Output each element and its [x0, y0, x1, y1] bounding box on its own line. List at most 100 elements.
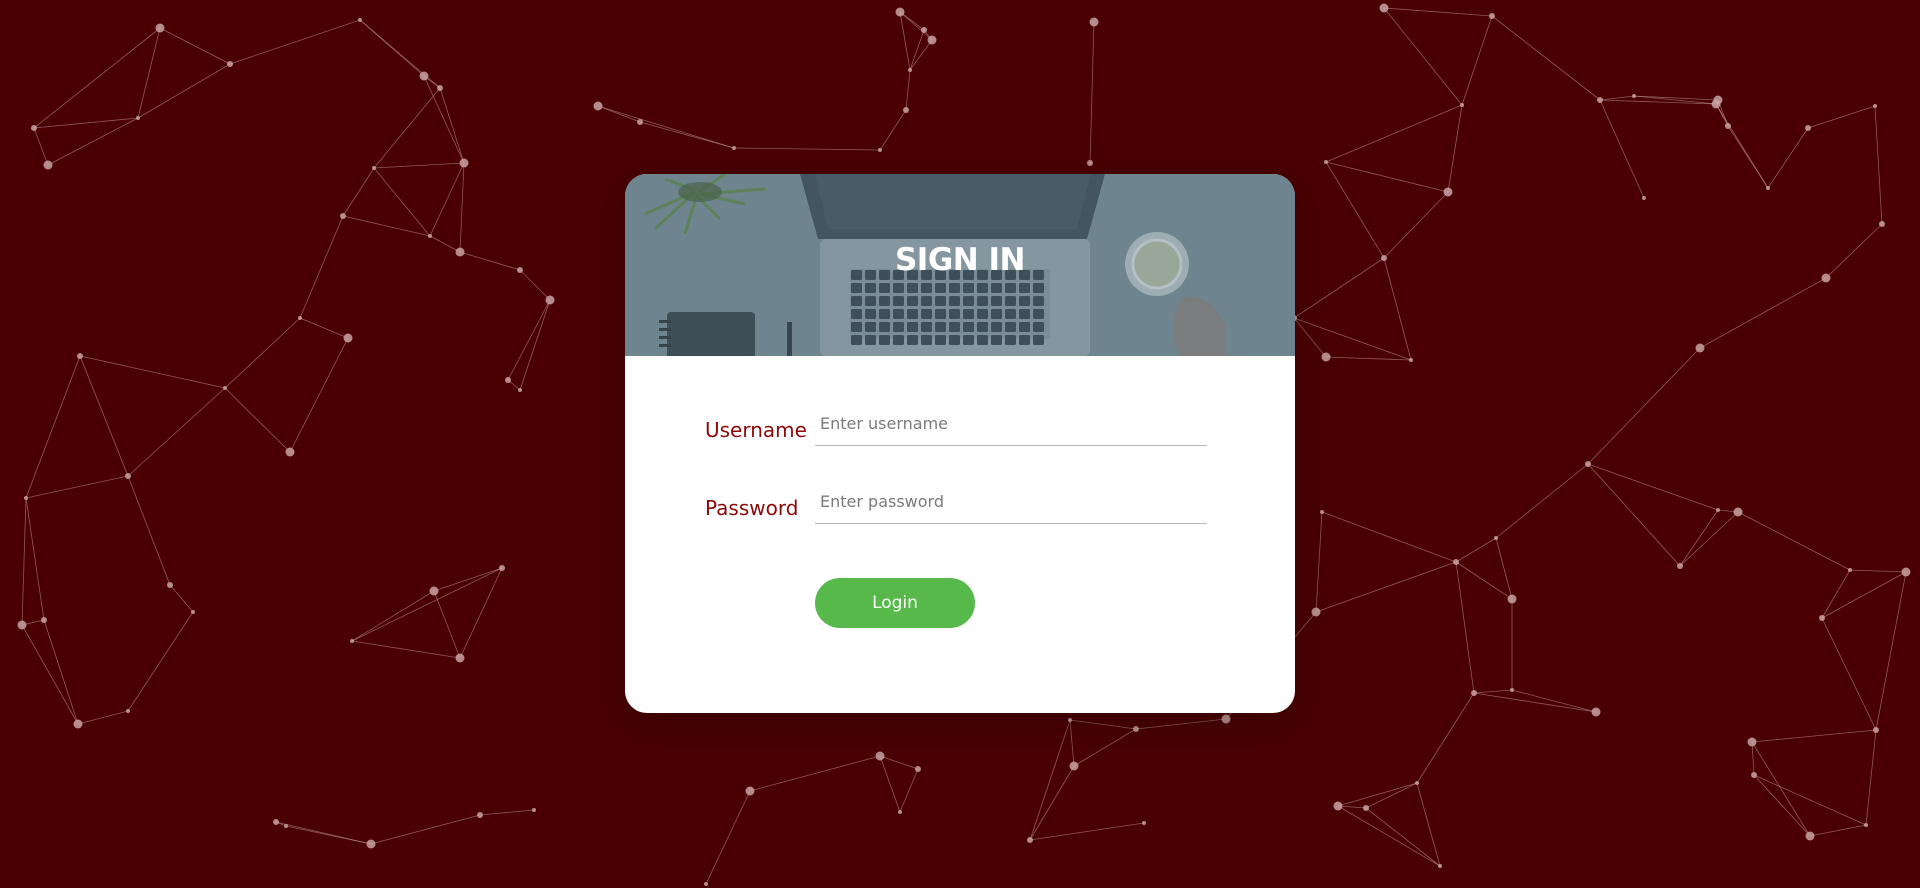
- network-line: [1416, 692, 1475, 784]
- network-node: [1443, 187, 1453, 197]
- network-node: [125, 473, 131, 479]
- network-node: [732, 146, 736, 150]
- network-line: [1751, 741, 1811, 837]
- network-node: [1751, 772, 1757, 778]
- network-node: [1321, 352, 1331, 362]
- network-node: [499, 565, 505, 571]
- login-button[interactable]: Login: [815, 578, 975, 628]
- network-line: [1029, 719, 1071, 841]
- network-line: [1821, 617, 1877, 731]
- network-line: [1737, 511, 1851, 571]
- network-node: [878, 148, 882, 152]
- network-node: [921, 27, 927, 33]
- network-line: [459, 162, 465, 253]
- network-line: [429, 235, 461, 253]
- network-line: [899, 768, 919, 813]
- password-label: Password: [705, 496, 799, 520]
- username-label: Username: [705, 418, 807, 442]
- network-node: [1766, 186, 1770, 190]
- network-line: [507, 299, 551, 381]
- network-node: [1677, 563, 1683, 569]
- network-node: [43, 160, 53, 170]
- network-node: [1597, 97, 1603, 103]
- network-node: [1747, 737, 1757, 747]
- network-node: [477, 812, 483, 818]
- network-node: [350, 639, 354, 643]
- network-node: [915, 766, 921, 772]
- network-line: [879, 755, 919, 770]
- page-title: SIGN IN: [894, 242, 1026, 278]
- network-line: [77, 710, 129, 725]
- network-line: [423, 75, 465, 164]
- network-line: [1416, 782, 1441, 867]
- network-node: [927, 35, 937, 45]
- network-line: [1821, 569, 1851, 619]
- network-line: [1365, 807, 1441, 867]
- network-node: [593, 101, 603, 111]
- network-line: [1599, 95, 1635, 101]
- network-line: [25, 355, 81, 499]
- network-line: [1874, 105, 1883, 225]
- network-node: [343, 333, 353, 343]
- network-line: [433, 590, 461, 659]
- network-line: [137, 27, 161, 119]
- network-node: [455, 653, 465, 663]
- network-line: [1699, 277, 1827, 349]
- network-node: [428, 234, 432, 238]
- network-node: [1711, 99, 1721, 109]
- network-line: [229, 19, 361, 65]
- network-line: [351, 590, 435, 642]
- network-node: [366, 839, 376, 849]
- network-line: [459, 251, 521, 271]
- network-line: [597, 105, 641, 123]
- network-line: [43, 619, 79, 725]
- network-line: [905, 69, 911, 111]
- username-input[interactable]: [815, 402, 1207, 446]
- network-node: [298, 316, 302, 320]
- network-node: [1471, 690, 1477, 696]
- network-line: [749, 755, 881, 792]
- network-line: [1383, 191, 1449, 259]
- network-node: [77, 353, 83, 359]
- network-line: [519, 269, 551, 301]
- network-line: [137, 63, 231, 119]
- network-line: [1875, 571, 1907, 731]
- network-line: [439, 87, 465, 164]
- network-line: [373, 162, 465, 169]
- network-node: [273, 819, 279, 825]
- network-line: [373, 167, 431, 237]
- network-node: [1379, 3, 1389, 13]
- network-line: [1455, 561, 1475, 694]
- network-line: [1587, 347, 1701, 465]
- network-node: [1087, 160, 1093, 166]
- network-node: [1507, 594, 1517, 604]
- network-line: [224, 387, 291, 453]
- network-node: [340, 213, 346, 219]
- network-node: [1879, 221, 1885, 227]
- network-node: [41, 617, 47, 623]
- network-line: [1715, 103, 1769, 189]
- network-line: [879, 109, 907, 151]
- network-line: [1069, 719, 1137, 730]
- network-node: [1864, 823, 1868, 827]
- network-line: [899, 11, 911, 71]
- network-node: [1069, 761, 1079, 771]
- network-line: [1315, 561, 1457, 613]
- network-line: [1679, 511, 1739, 567]
- password-input[interactable]: [815, 480, 1207, 524]
- network-line: [597, 105, 735, 149]
- network-node: [903, 107, 909, 113]
- network-node: [24, 496, 28, 500]
- network-node: [1333, 801, 1343, 811]
- network-line: [351, 567, 503, 642]
- network-line: [1599, 99, 1645, 199]
- network-line: [25, 475, 129, 499]
- network-line: [1089, 21, 1095, 164]
- network-line: [1753, 774, 1811, 837]
- network-line: [1325, 104, 1463, 163]
- network-line: [1447, 104, 1463, 193]
- network-node: [227, 61, 233, 67]
- network-line: [1293, 257, 1385, 319]
- network-node: [1716, 508, 1720, 512]
- network-node: [1725, 123, 1731, 129]
